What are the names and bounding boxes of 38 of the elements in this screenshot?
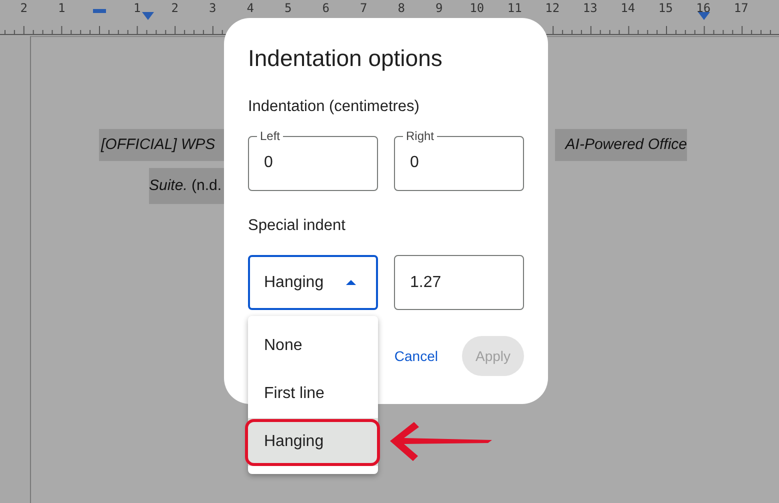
input-field[interactable]: 1.27: [394, 255, 524, 310]
ruler-number: 15: [657, 1, 674, 15]
ruler-number: 9: [434, 1, 444, 15]
ruler-number: 2: [19, 1, 28, 15]
first-line-indent-marker[interactable]: [93, 9, 106, 13]
ruler-number: 10: [468, 1, 486, 15]
indent-marker-icon[interactable]: [142, 12, 154, 20]
section-title: Indentation (centimetres): [248, 98, 420, 116]
ruler-number: 12: [544, 1, 561, 15]
menu-option[interactable]: First line: [248, 370, 378, 418]
field-label: Left: [259, 129, 282, 143]
menu-option[interactable]: None: [248, 322, 378, 370]
ruler-number: 13: [582, 1, 598, 15]
ruler-number: 7: [359, 1, 368, 15]
input-field[interactable]: Right 0: [394, 129, 524, 191]
cancel-button[interactable]: Cancel: [388, 336, 444, 376]
ruler-number: 11: [506, 1, 523, 15]
dialog-title: Indentation options: [248, 44, 444, 72]
field-label: Right: [405, 129, 436, 143]
input-field[interactable]: Left 0: [248, 129, 378, 191]
special-indent-dropdown[interactable]: Hanging: [248, 255, 378, 310]
document-text: AI-Powered Office: [555, 129, 687, 161]
ruler-number: 3: [208, 1, 218, 15]
ruler-number: 5: [284, 1, 293, 15]
section-title: Special indent: [248, 217, 346, 235]
ruler-number: 1: [57, 1, 66, 15]
ruler-number: 14: [620, 1, 636, 15]
ruler-number: 2: [170, 1, 180, 15]
ruler-number: 8: [396, 1, 406, 15]
ruler-number: 4: [246, 1, 255, 15]
ruler-number: 1: [132, 1, 142, 15]
indent-marker-icon[interactable]: [698, 12, 710, 20]
arrow-icon: [388, 419, 492, 463]
field-value: 0: [410, 155, 420, 171]
ruler-number: 17: [732, 1, 750, 15]
ruler-number: 6: [321, 1, 330, 15]
caret-icon: [346, 280, 356, 285]
ruler-number: 16: [695, 1, 712, 15]
